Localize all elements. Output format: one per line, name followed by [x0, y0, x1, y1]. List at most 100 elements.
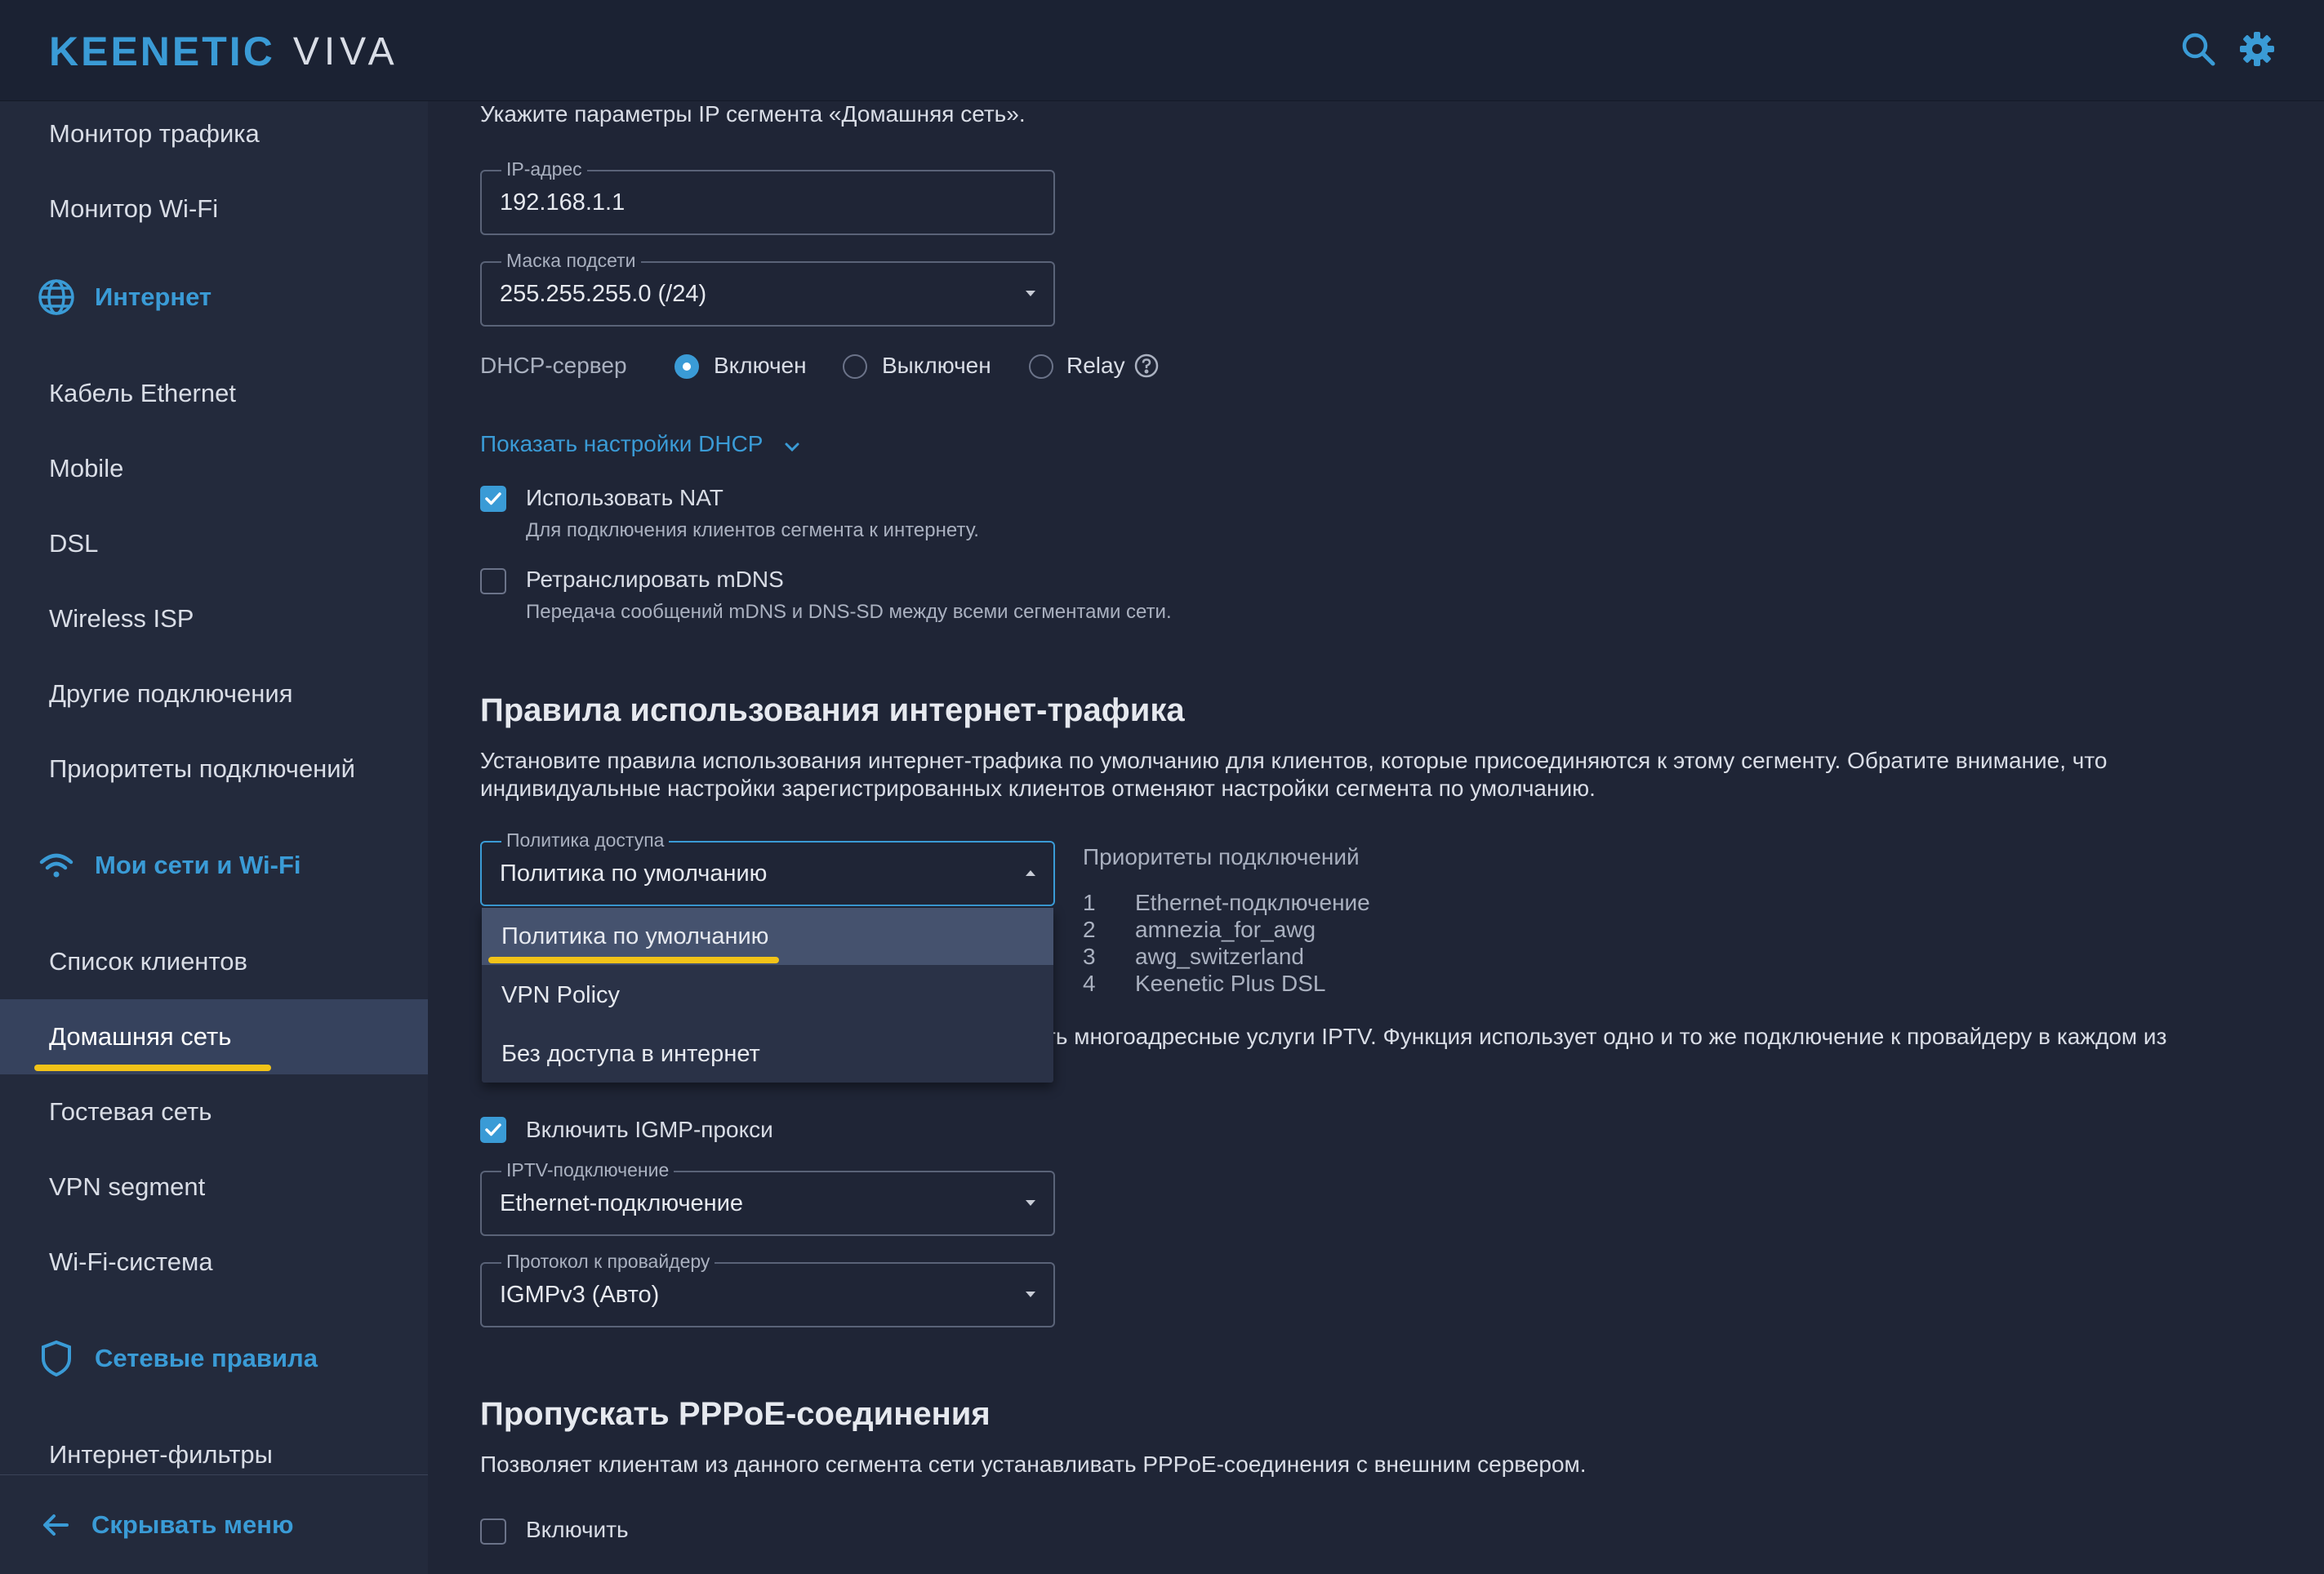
- nat-description: Для подключения клиентов сегмента к инте…: [526, 519, 979, 541]
- traffic-rules-title: Правила использования интернет-трафика: [480, 692, 1185, 728]
- show-dhcp-settings-link[interactable]: Показать настройки DHCP: [480, 431, 800, 459]
- dhcp-server-label: DHCP-сервер: [480, 353, 627, 378]
- iptv-connection-select[interactable]: IPTV-подключение Ethernet-подключение: [480, 1159, 1055, 1236]
- priority-number: 1: [1083, 890, 1096, 915]
- priority-name: amnezia_for_awg: [1135, 917, 1316, 942]
- globe-icon: [36, 277, 77, 318]
- provider-protocol-value: IGMPv3 (Авто): [500, 1282, 660, 1308]
- priority-name: Ethernet-подключение: [1135, 890, 1370, 915]
- sidebar-item-ethernet[interactable]: Кабель Ethernet: [0, 361, 428, 426]
- sidebar-item-label: Монитор Wi-Fi: [49, 194, 219, 223]
- dhcp-option-disabled: Выключен: [882, 353, 991, 378]
- sidebar-section-label: Сетевые правила: [95, 1344, 318, 1372]
- priorities-title: Приоритеты подключений: [1083, 844, 1360, 869]
- hide-menu-button[interactable]: Скрывать меню: [0, 1474, 428, 1574]
- access-policy-value: Политика по умолчанию: [500, 860, 768, 887]
- dhcp-radio-relay[interactable]: [1029, 354, 1053, 379]
- dhcp-radio-disabled[interactable]: [843, 354, 867, 379]
- sidebar-item-wifi-system[interactable]: Wi-Fi-система: [0, 1229, 428, 1295]
- provider-protocol-select[interactable]: Протокол к провайдеру IGMPv3 (Авто): [480, 1251, 1055, 1327]
- mdns-description: Передача сообщений mDNS и DNS-SD между в…: [526, 601, 1172, 623]
- priority-row: 2 amnezia_for_awg: [1083, 917, 1316, 943]
- traffic-rules-desc-2: индивидуальные настройки зарегистрирован…: [480, 776, 1596, 801]
- sidebar-section-rules[interactable]: Сетевые правила: [0, 1326, 428, 1391]
- access-policy-select[interactable]: Политика доступа Политика по умолчанию: [480, 829, 1055, 906]
- gear-icon[interactable]: [2237, 29, 2277, 69]
- nat-checkbox[interactable]: [480, 486, 506, 512]
- subnet-mask-value: 255.255.255.0 (/24): [500, 281, 707, 307]
- sidebar-item-label: Интернет-фильтры: [49, 1440, 273, 1469]
- policy-option-no-internet[interactable]: Без доступа в интернет: [482, 1025, 1053, 1083]
- sidebar: Монитор трафика Монитор Wi-Fi Интернет К…: [0, 101, 428, 1574]
- mdns-checkbox[interactable]: [480, 568, 506, 594]
- sidebar-item-label: Домашняя сеть: [49, 1022, 232, 1051]
- checkmark-icon: [485, 492, 501, 505]
- sidebar-item-mobile[interactable]: Mobile: [0, 436, 428, 501]
- pppoe-title: Пропускать PPPoE-соединения: [480, 1396, 991, 1432]
- subnet-mask-select[interactable]: Маска подсети 255.255.255.0 (/24): [480, 250, 1055, 327]
- sidebar-item-other-connections[interactable]: Другие подключения: [0, 661, 428, 727]
- search-icon[interactable]: [2179, 29, 2218, 69]
- pppoe-enable-checkbox[interactable]: [480, 1518, 506, 1545]
- policy-option-vpn[interactable]: VPN Policy: [482, 967, 1053, 1024]
- priority-number: 3: [1083, 944, 1096, 969]
- policy-option-label: Политика по умолчанию: [501, 923, 769, 949]
- sidebar-item-label: Другие подключения: [49, 679, 293, 708]
- keenetic-logo: KEENETIC VIVA: [49, 28, 399, 75]
- priority-row: 4 Keenetic Plus DSL: [1083, 971, 1325, 997]
- priority-number: 2: [1083, 917, 1096, 942]
- nat-label: Использовать NAT: [526, 485, 723, 510]
- chevron-down-icon: [784, 433, 800, 459]
- sidebar-section-label: Интернет: [95, 282, 212, 311]
- sidebar-item-guest-network[interactable]: Гостевая сеть: [0, 1079, 428, 1145]
- iptv-connection-value: Ethernet-подключение: [500, 1190, 744, 1216]
- shield-icon: [36, 1338, 77, 1379]
- sidebar-item-wireless-isp[interactable]: Wireless ISP: [0, 586, 428, 651]
- sidebar-item-label: DSL: [49, 529, 99, 558]
- dhcp-radio-enabled[interactable]: [674, 354, 699, 379]
- ip-address-field[interactable]: IP-адрес 192.168.1.1: [480, 158, 1055, 235]
- logo-brand: KEENETIC: [49, 29, 275, 74]
- policy-option-label: VPN Policy: [501, 981, 621, 1008]
- sidebar-item-label: Wireless ISP: [49, 604, 194, 633]
- priority-number: 4: [1083, 971, 1096, 996]
- checkmark-icon: [485, 1123, 501, 1136]
- priority-name: awg_switzerland: [1135, 944, 1304, 969]
- hide-menu-label: Скрывать меню: [91, 1510, 294, 1539]
- help-icon[interactable]: [1133, 353, 1160, 379]
- policy-option-label: Без доступа в интернет: [501, 1040, 760, 1067]
- wifi-icon: [36, 845, 77, 886]
- sidebar-item-client-list[interactable]: Список клиентов: [0, 929, 428, 994]
- arrow-left-icon: [39, 1509, 72, 1541]
- sidebar-item-label: Приоритеты подключений: [49, 754, 355, 783]
- sidebar-item-dsl[interactable]: DSL: [0, 511, 428, 576]
- sidebar-section-internet[interactable]: Интернет: [0, 265, 428, 330]
- policy-option-default[interactable]: Политика по умолчанию: [482, 908, 1053, 965]
- priority-row: 1 Ethernet-подключение: [1083, 890, 1370, 916]
- priority-row: 3 awg_switzerland: [1083, 944, 1304, 970]
- sidebar-item-traffic-monitor[interactable]: Монитор трафика: [0, 101, 428, 167]
- caret-down-icon: [1026, 1200, 1035, 1206]
- caret-down-icon: [1026, 1292, 1035, 1297]
- sidebar-item-label: Гостевая сеть: [49, 1097, 212, 1126]
- access-policy-dropdown: Политика по умолчанию VPN Policy Без дос…: [482, 908, 1053, 1083]
- igmp-proxy-checkbox[interactable]: [480, 1117, 506, 1143]
- logo-model: VIVA: [292, 29, 399, 73]
- sidebar-item-connection-priorities[interactable]: Приоритеты подключений: [0, 736, 428, 802]
- mdns-label: Ретранслировать mDNS: [526, 567, 784, 592]
- sidebar-item-home-network[interactable]: Домашняя сеть: [0, 999, 428, 1074]
- priority-name: Keenetic Plus DSL: [1135, 971, 1326, 996]
- sidebar-item-wifi-monitor[interactable]: Монитор Wi-Fi: [0, 176, 428, 242]
- traffic-rules-desc-1: Установите правила использования интерне…: [480, 748, 2108, 773]
- caret-up-icon: [1026, 870, 1035, 876]
- sidebar-item-vpn-segment[interactable]: VPN segment: [0, 1154, 428, 1220]
- provider-protocol-label: Протокол к провайдеру: [501, 1251, 715, 1273]
- sidebar-item-label: Кабель Ethernet: [49, 379, 236, 407]
- pppoe-enable-label: Включить: [526, 1517, 629, 1542]
- sidebar-item-label: Монитор трафика: [49, 119, 260, 148]
- show-dhcp-settings-label: Показать настройки DHCP: [480, 431, 763, 456]
- sidebar-item-label: Mobile: [49, 454, 124, 482]
- pppoe-description: Позволяет клиентам из данного сегмента с…: [480, 1452, 1587, 1477]
- access-policy-label: Политика доступа: [501, 829, 670, 851]
- sidebar-section-networks[interactable]: Мои сети и Wi-Fi: [0, 833, 428, 898]
